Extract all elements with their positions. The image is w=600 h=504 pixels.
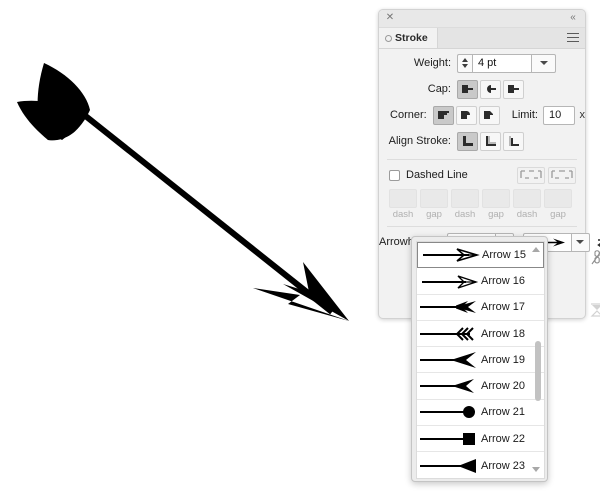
arrow-barbed-thin-icon bbox=[417, 269, 481, 293]
list-item-label: Arrow 15 bbox=[482, 249, 527, 262]
tab-stroke-label: Stroke bbox=[395, 32, 428, 44]
gap-label-3: gap bbox=[550, 209, 566, 220]
divider bbox=[387, 159, 577, 160]
scale-profile-icon[interactable] bbox=[585, 298, 600, 322]
divider-2 bbox=[387, 226, 577, 227]
list-item-label: Arrow 23 bbox=[481, 459, 526, 472]
hamburger-menu-icon[interactable] bbox=[567, 33, 579, 43]
arrow-circle-icon bbox=[417, 400, 481, 424]
arrow-notched-icon bbox=[417, 374, 481, 398]
swap-arrowheads-icon[interactable] bbox=[587, 217, 600, 235]
bevel-join-icon[interactable] bbox=[478, 105, 500, 125]
close-icon[interactable]: ✕ bbox=[385, 12, 395, 24]
arrow-square-icon bbox=[417, 427, 481, 451]
dashed-line-row: Dashed Line bbox=[379, 164, 585, 186]
caret-down-icon[interactable] bbox=[530, 464, 542, 476]
double-chevron-left-icon[interactable]: « bbox=[567, 12, 579, 24]
align-outside-icon[interactable] bbox=[503, 131, 524, 151]
weight-input[interactable]: 4 pt bbox=[472, 53, 532, 73]
dashed-line-checkbox[interactable] bbox=[389, 169, 400, 181]
arrow-swallowtail-icon bbox=[417, 348, 481, 372]
dash-field-group bbox=[379, 189, 585, 208]
list-item-label: Arrow 20 bbox=[481, 380, 526, 393]
align-inside-icon[interactable] bbox=[480, 131, 501, 151]
stroke-tab-icon bbox=[385, 34, 392, 42]
list-item-label: Arrow 19 bbox=[481, 353, 526, 366]
weight-dropdown-button[interactable] bbox=[532, 53, 556, 73]
cap-label: Cap: bbox=[427, 83, 451, 95]
corner-button-group[interactable] bbox=[432, 105, 500, 125]
chevron-down-icon bbox=[576, 240, 585, 244]
dash-adjust-icon[interactable] bbox=[548, 166, 576, 184]
arrow-illustration[interactable] bbox=[0, 0, 380, 504]
panel-titlebar[interactable]: ✕ « bbox=[379, 10, 585, 28]
align-center-icon[interactable] bbox=[457, 131, 478, 151]
list-item-label: Arrow 18 bbox=[481, 327, 526, 340]
chevron-down-icon bbox=[539, 61, 548, 65]
corner-row: Corner: Limit: 10 x bbox=[379, 103, 585, 127]
arrowhead-barb-upper bbox=[283, 262, 349, 321]
dash-label-2: dash bbox=[454, 209, 476, 220]
gap-label-1: gap bbox=[426, 209, 442, 220]
dash-label-3: dash bbox=[516, 209, 538, 220]
arrowhead-dropdown-menu[interactable]: Arrow 15 Arrow 16 Arrow 17 Arrow 18 Arro… bbox=[411, 236, 548, 482]
scrollbar-thumb[interactable] bbox=[535, 341, 541, 401]
cap-button-group[interactable] bbox=[457, 79, 524, 99]
dash-cap-button-group[interactable] bbox=[517, 166, 576, 184]
dash-input-2[interactable] bbox=[451, 189, 479, 208]
dash-preserve-icon[interactable] bbox=[517, 166, 545, 184]
list-item-label: Arrow 17 bbox=[481, 301, 526, 314]
arrowhead-list[interactable]: Arrow 15 Arrow 16 Arrow 17 Arrow 18 Arro… bbox=[416, 241, 545, 479]
projecting-cap-icon[interactable] bbox=[503, 79, 524, 99]
align-stroke-label: Align Stroke: bbox=[388, 135, 451, 147]
list-item-label: Arrow 21 bbox=[481, 406, 526, 419]
stroke-panel-body: Weight: 4 pt Cap: Corner: Limit: 10 x Al… bbox=[379, 51, 600, 254]
miter-join-icon[interactable] bbox=[432, 105, 454, 125]
arrow-fletched-icon bbox=[417, 295, 481, 319]
corner-label: Corner: bbox=[390, 109, 427, 121]
tab-stroke[interactable]: Stroke bbox=[379, 28, 438, 48]
caret-up-icon[interactable] bbox=[530, 244, 542, 256]
list-item[interactable]: Arrow 20 bbox=[417, 373, 544, 400]
list-item[interactable]: Arrow 22 bbox=[417, 426, 544, 453]
align-stroke-row: Align Stroke: bbox=[379, 129, 585, 153]
link-broken-icon[interactable] bbox=[587, 247, 600, 267]
arrow-triple-chevron-icon bbox=[417, 322, 481, 346]
arrow-barbed-open-icon bbox=[418, 243, 482, 267]
list-item-label: Arrow 16 bbox=[481, 274, 526, 287]
align-stroke-button-group[interactable] bbox=[457, 131, 524, 151]
list-item-label: Arrow 22 bbox=[481, 432, 526, 445]
limit-input[interactable]: 10 bbox=[542, 105, 575, 125]
list-item[interactable]: Arrow 16 bbox=[417, 268, 544, 295]
arrow-solid-triangle-icon bbox=[417, 454, 481, 478]
gap-label-2: gap bbox=[488, 209, 504, 220]
list-item[interactable]: Arrow 23 bbox=[417, 452, 544, 478]
weight-label: Weight: bbox=[413, 57, 451, 69]
dash-input-1[interactable] bbox=[389, 189, 417, 208]
panel-right-rail bbox=[587, 10, 600, 320]
round-join-icon[interactable] bbox=[455, 105, 477, 125]
list-item[interactable]: Arrow 19 bbox=[417, 347, 544, 374]
dash-input-3[interactable] bbox=[513, 189, 541, 208]
stepper-updown-icon[interactable] bbox=[457, 53, 472, 73]
arrow-shaft bbox=[76, 107, 334, 315]
gap-input-1[interactable] bbox=[420, 189, 448, 208]
list-item[interactable]: Arrow 21 bbox=[417, 399, 544, 427]
gap-input-3[interactable] bbox=[544, 189, 572, 208]
round-cap-icon[interactable] bbox=[480, 79, 501, 99]
limit-unit: x bbox=[579, 109, 586, 121]
cap-row: Cap: bbox=[379, 77, 585, 101]
butt-cap-icon[interactable] bbox=[457, 79, 478, 99]
dash-label-1: dash bbox=[392, 209, 414, 220]
panel-tabbar[interactable]: Stroke bbox=[379, 28, 585, 49]
artboard-canvas[interactable] bbox=[0, 0, 380, 504]
gap-input-2[interactable] bbox=[482, 189, 510, 208]
weight-row: Weight: 4 pt bbox=[379, 51, 585, 75]
dash-field-labels: dash gap dash gap dash gap bbox=[379, 209, 585, 220]
dashed-line-label: Dashed Line bbox=[406, 169, 468, 181]
list-item[interactable]: Arrow 18 bbox=[417, 320, 544, 348]
list-item[interactable]: Arrow 15 bbox=[417, 242, 544, 269]
limit-label: Limit: bbox=[511, 109, 538, 121]
list-item[interactable]: Arrow 17 bbox=[417, 294, 544, 321]
